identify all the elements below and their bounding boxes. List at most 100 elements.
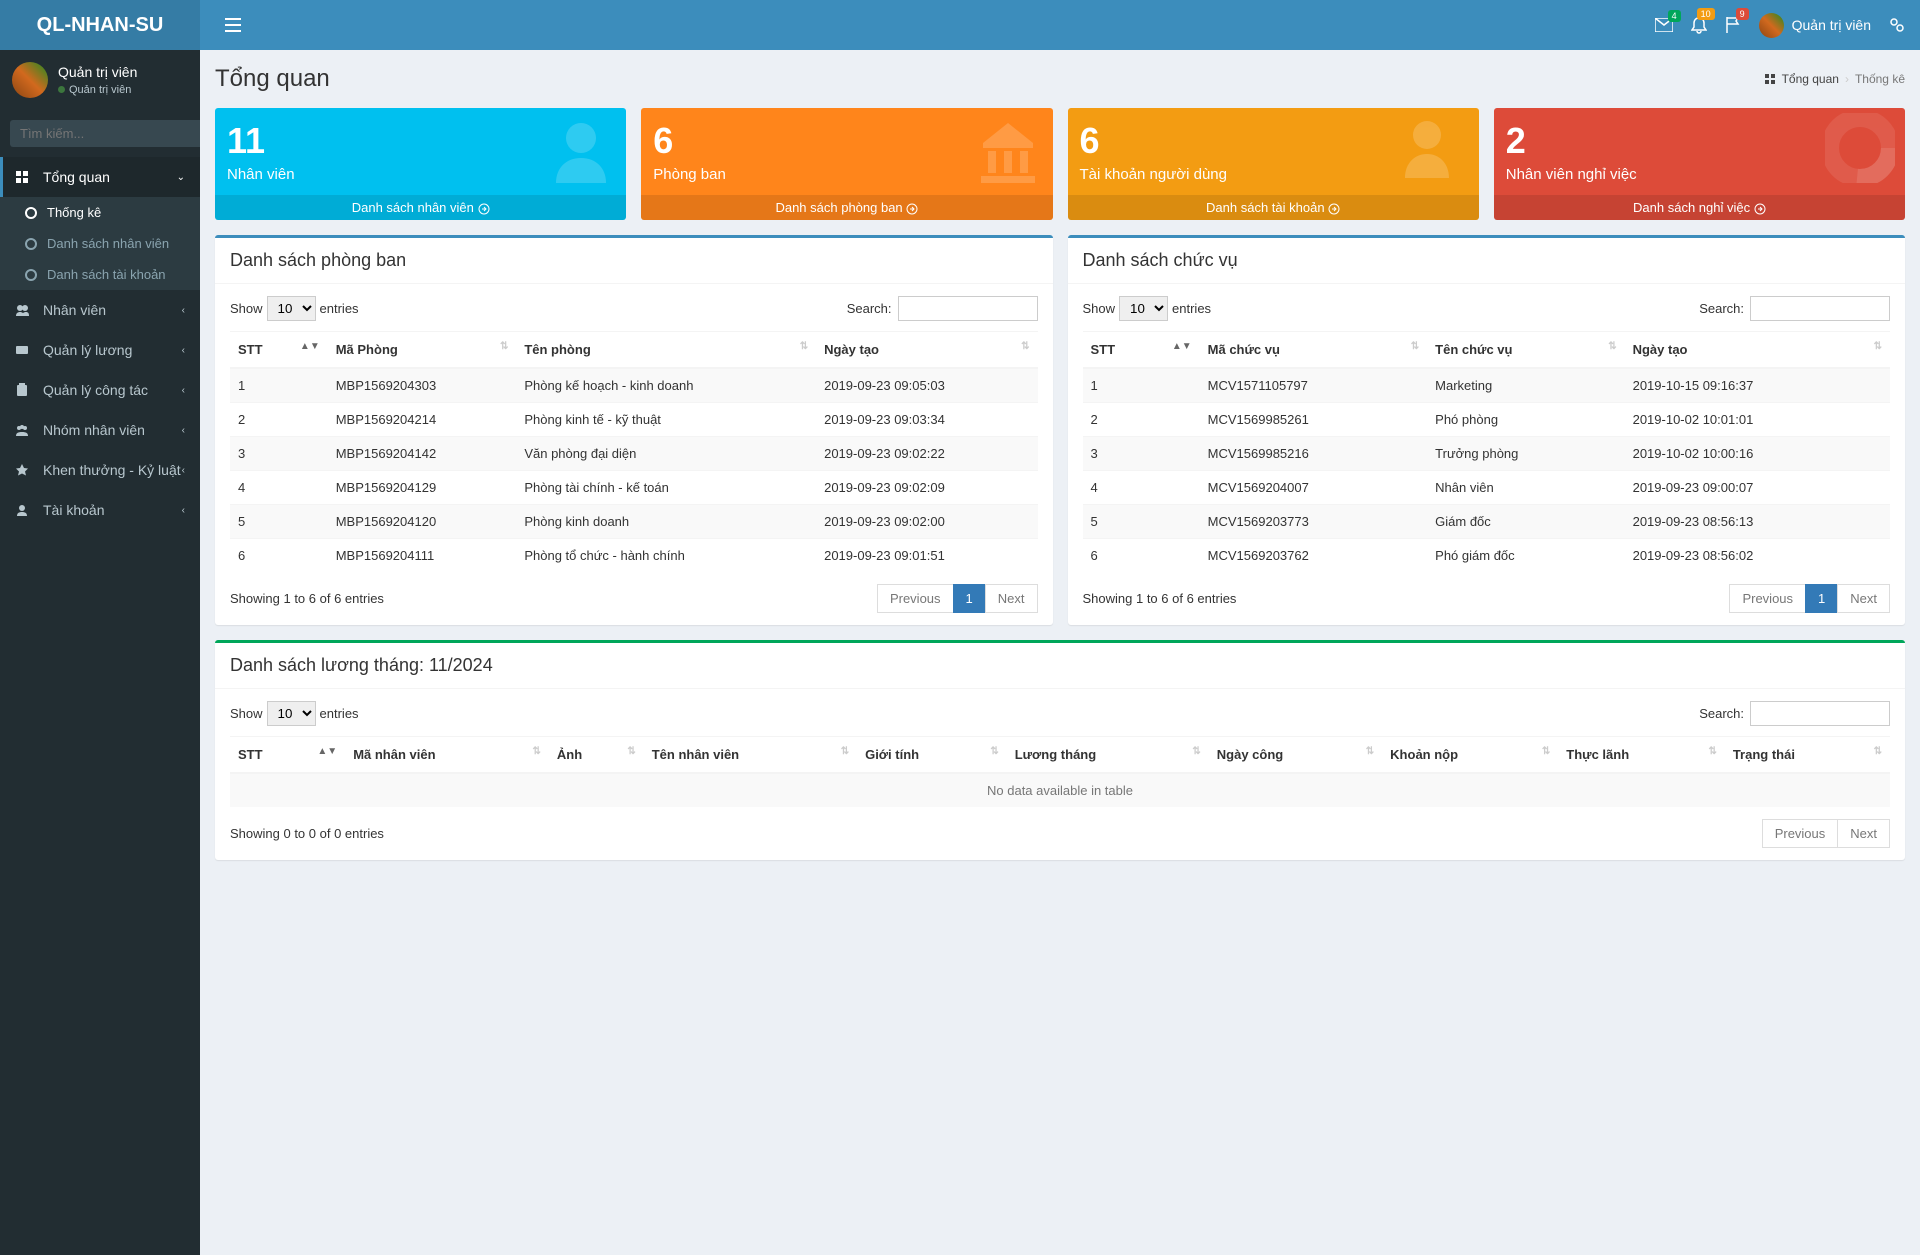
sidebar-item-0[interactable]: Tổng quan⌄ xyxy=(0,157,200,197)
sort-icon: ▲▼ xyxy=(1172,342,1192,352)
breadcrumb-root[interactable]: Tổng quan xyxy=(1782,72,1839,86)
search-control: Search: xyxy=(847,296,1038,321)
breadcrumb: Tổng quan › Thống kê xyxy=(1764,72,1905,86)
sidebar-search-input[interactable] xyxy=(10,120,200,147)
sidebar-item-3[interactable]: Quản lý công tác‹ xyxy=(0,370,200,410)
col-header[interactable]: Ngày tạo⇅ xyxy=(816,332,1037,369)
page-size-select[interactable]: 10 xyxy=(267,701,316,726)
col-header[interactable]: Trạng thái⇅ xyxy=(1725,737,1890,774)
sidebar-item-6[interactable]: Tài khoản‹ xyxy=(0,490,200,530)
search-label: Search: xyxy=(847,301,892,316)
col-header[interactable]: Thực lãnh⇅ xyxy=(1558,737,1725,774)
user-menu-button[interactable]: Quản trị viên xyxy=(1759,13,1871,38)
user-icon xyxy=(15,503,29,517)
sort-icon: ⇅ xyxy=(1366,747,1374,757)
table-cell: Trưởng phòng xyxy=(1427,437,1624,471)
table-cell: Giám đốc xyxy=(1427,505,1624,539)
prev-page-button[interactable]: Previous xyxy=(877,584,954,613)
brand-logo[interactable]: QL-NHAN-SU xyxy=(0,0,200,50)
table-row: 4MCV1569204007Nhân viên2019-09-23 09:00:… xyxy=(1083,471,1891,505)
table-row: 1MBP1569204303Phòng kế hoạch - kinh doan… xyxy=(230,368,1038,403)
next-page-button[interactable]: Next xyxy=(1837,584,1890,613)
table-cell: MCV1569204007 xyxy=(1200,471,1428,505)
sidebar-item-1[interactable]: Nhân viên‹ xyxy=(0,290,200,330)
sidebar-subitem-0-0[interactable]: Thống kê xyxy=(0,197,200,228)
table-cell: MBP1569204129 xyxy=(328,471,517,505)
col-header[interactable]: STT▲▼ xyxy=(230,737,345,774)
stat-link-2[interactable]: Danh sách tài khoản xyxy=(1068,195,1479,220)
page-1-button[interactable]: 1 xyxy=(953,584,986,613)
col-header[interactable]: Tên chức vụ⇅ xyxy=(1427,332,1624,369)
table-search-input[interactable] xyxy=(1750,701,1890,726)
messages-button[interactable]: 4 xyxy=(1655,18,1673,32)
table-cell: MCV1569985261 xyxy=(1200,403,1428,437)
sort-icon: ⇅ xyxy=(990,747,998,757)
box-title: Danh sách phòng ban xyxy=(230,250,406,270)
empty-message: No data available in table xyxy=(230,773,1890,807)
col-header[interactable]: Giới tính⇅ xyxy=(857,737,1007,774)
col-header[interactable]: Ngày tạo⇅ xyxy=(1625,332,1890,369)
table-cell: 2019-10-15 09:16:37 xyxy=(1625,368,1890,403)
page-size-select[interactable]: 10 xyxy=(267,296,316,321)
settings-button[interactable] xyxy=(1889,17,1905,33)
col-header[interactable]: Ngày công⇅ xyxy=(1209,737,1382,774)
next-page-button[interactable]: Next xyxy=(985,584,1038,613)
table-cell: 5 xyxy=(230,505,328,539)
table-cell: Phòng tổ chức - hành chính xyxy=(516,539,816,573)
sidebar-item-4[interactable]: Nhóm nhân viên‹ xyxy=(0,410,200,450)
menu-label: Nhân viên xyxy=(43,302,106,318)
circle-icon xyxy=(25,238,37,250)
table-info: Showing 0 to 0 of 0 entries xyxy=(230,826,384,841)
sidebar-item-2[interactable]: Quản lý lương‹ xyxy=(0,330,200,370)
col-header[interactable]: Tên phòng⇅ xyxy=(516,332,816,369)
user-name: Quản trị viên xyxy=(1792,17,1871,33)
search-control: Search: xyxy=(1699,296,1890,321)
table-cell: Marketing xyxy=(1427,368,1624,403)
next-page-button[interactable]: Next xyxy=(1837,819,1890,848)
page-1-button[interactable]: 1 xyxy=(1805,584,1838,613)
table-cell: 2 xyxy=(230,403,328,437)
col-header[interactable]: Mã nhân viên⇅ xyxy=(345,737,549,774)
table-cell: 5 xyxy=(1083,505,1200,539)
stat-link-3[interactable]: Danh sách nghỉ việc xyxy=(1494,195,1905,220)
col-header[interactable]: Khoản nộp⇅ xyxy=(1382,737,1558,774)
breadcrumb-current: Thống kê xyxy=(1855,72,1905,86)
flags-badge: 9 xyxy=(1736,8,1749,20)
sort-icon: ⇅ xyxy=(1874,747,1882,757)
arrow-right-icon xyxy=(1754,203,1766,215)
col-header[interactable]: Mã Phòng⇅ xyxy=(328,332,517,369)
sidebar-toggle-button[interactable] xyxy=(215,8,251,42)
messages-badge: 4 xyxy=(1668,10,1681,22)
table-row: 5MBP1569204120Phòng kinh doanh2019-09-23… xyxy=(230,505,1038,539)
sidebar-item-5[interactable]: Khen thưởng - Kỷ luật‹ xyxy=(0,450,200,490)
box-title: Danh sách lương tháng: 11/2024 xyxy=(230,655,493,675)
menu-label: Khen thưởng - Kỷ luật xyxy=(43,462,181,478)
table-cell: MBP1569204214 xyxy=(328,403,517,437)
col-header[interactable]: Ảnh⇅ xyxy=(549,737,644,774)
table-search-input[interactable] xyxy=(898,296,1038,321)
prev-page-button[interactable]: Previous xyxy=(1729,584,1806,613)
table-cell: 1 xyxy=(230,368,328,403)
stat-link-1[interactable]: Danh sách phòng ban xyxy=(641,195,1052,220)
flags-button[interactable]: 9 xyxy=(1725,16,1741,34)
menu-label: Quản lý công tác xyxy=(43,382,148,398)
col-header[interactable]: Tên nhân viên⇅ xyxy=(644,737,857,774)
sidebar-subitem-0-1[interactable]: Danh sách nhân viên xyxy=(0,228,200,259)
hamburger-icon xyxy=(225,18,241,32)
col-header[interactable]: STT▲▼ xyxy=(1083,332,1200,369)
table-cell: 6 xyxy=(230,539,328,573)
stat-card-1: 6Phòng ban Danh sách phòng ban xyxy=(641,108,1052,220)
stat-link-0[interactable]: Danh sách nhân viên xyxy=(215,195,626,220)
notifications-button[interactable]: 10 xyxy=(1691,16,1707,34)
table-search-input[interactable] xyxy=(1750,296,1890,321)
table-cell: 3 xyxy=(230,437,328,471)
stat-icon xyxy=(1825,113,1895,183)
sidebar-subitem-0-2[interactable]: Danh sách tài khoản xyxy=(0,259,200,290)
col-header[interactable]: Mã chức vụ⇅ xyxy=(1200,332,1428,369)
table-cell: MCV1569203773 xyxy=(1200,505,1428,539)
table-cell: 2019-09-23 09:02:09 xyxy=(816,471,1037,505)
prev-page-button[interactable]: Previous xyxy=(1762,819,1839,848)
col-header[interactable]: STT▲▼ xyxy=(230,332,328,369)
page-size-select[interactable]: 10 xyxy=(1119,296,1168,321)
col-header[interactable]: Lương tháng⇅ xyxy=(1007,737,1209,774)
